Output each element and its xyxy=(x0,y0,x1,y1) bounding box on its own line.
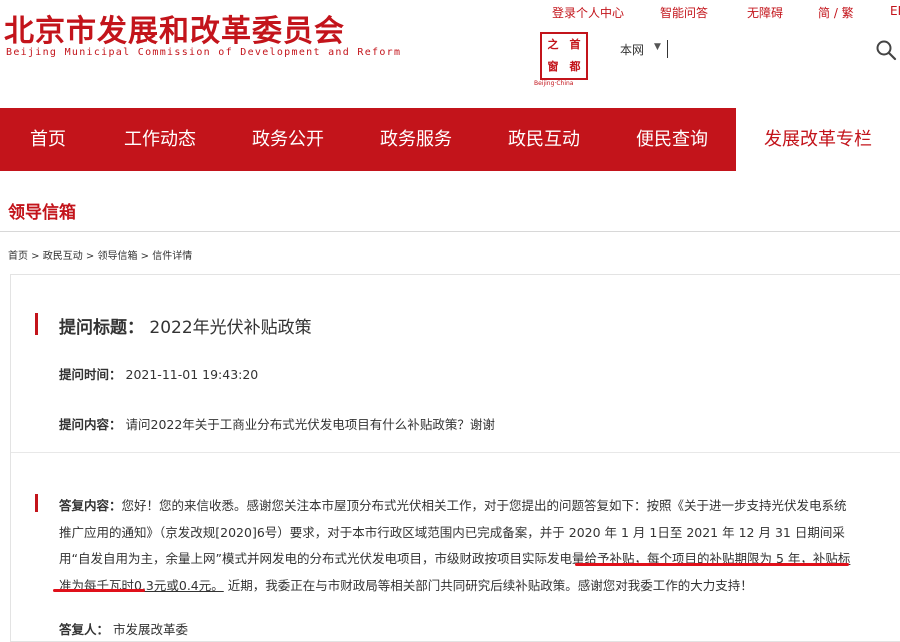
nav-item-gov-disclosure[interactable]: 政务公开 xyxy=(224,108,352,171)
question-title: 提问标题： 2022年光伏补贴政策 xyxy=(59,313,312,338)
breadcrumb[interactable]: 首页 > 政民互动 > 领导信箱 > 信件详情 xyxy=(8,247,192,262)
nav-item-home[interactable]: 首页 xyxy=(0,108,96,171)
nav-item-interaction[interactable]: 政民互动 xyxy=(480,108,608,171)
answer-accent-bar xyxy=(35,494,38,512)
replier-value: 市发展改革委 xyxy=(113,622,189,637)
question-content-value: 请问2022年关于工商业分布式光伏发电项目有什么补贴政策？谢谢 xyxy=(125,417,495,432)
question-content-label: 提问内容： xyxy=(59,417,122,432)
login-link[interactable]: 登录个人中心 xyxy=(552,4,624,21)
section-title: 领导信箱 xyxy=(8,203,76,223)
section-divider xyxy=(0,231,900,232)
nav-item-reform-column[interactable]: 发展改革专栏 xyxy=(736,108,900,171)
question-time-value: 2021-11-01 19:43:20 xyxy=(125,367,259,382)
question-title-value: 2022年光伏补贴政策 xyxy=(149,318,312,338)
question-time: 提问时间： 2021-11-01 19:43:20 xyxy=(59,364,258,383)
annotation-underline-1 xyxy=(575,563,849,566)
site-header: 北京市发展和改革委员会 Beijing Municipal Commission… xyxy=(0,0,900,108)
question-content: 提问内容： 请问2022年关于工商业分布式光伏发电项目有什么补贴政策？谢谢 xyxy=(59,414,495,433)
english-link[interactable]: EN xyxy=(890,4,900,18)
search-box: 本网 ▼ xyxy=(606,34,900,66)
nav-item-public-query[interactable]: 便民查询 xyxy=(608,108,736,171)
nav-item-gov-services[interactable]: 政务服务 xyxy=(352,108,480,171)
site-logo-subtitle: Beijing Municipal Commission of Developm… xyxy=(6,47,402,58)
question-answer-divider xyxy=(11,452,900,453)
question-title-label: 提问标题： xyxy=(59,318,144,338)
question-time-label: 提问时间： xyxy=(59,367,122,382)
simplified-traditional-link[interactable]: 简 / 繁 xyxy=(818,4,854,21)
annotation-underline-2 xyxy=(53,589,145,592)
top-links: 登录个人中心 智能问答 无障碍 简 / 繁 EN xyxy=(552,4,900,22)
answer-label: 答复内容： xyxy=(59,498,122,513)
search-icon[interactable] xyxy=(874,38,898,62)
smart-qa-link[interactable]: 智能问答 xyxy=(660,4,708,21)
title-accent-bar xyxy=(35,313,38,335)
answer-text-part2: 近期，我委正在与市财政局等相关部门共同研究后续补贴政策。感谢您对我委工作的大力支… xyxy=(227,577,753,593)
chevron-down-icon[interactable]: ▼ xyxy=(654,42,661,52)
replier: 答复人： 市发展改革委 xyxy=(59,619,188,638)
replier-label: 答复人： xyxy=(59,622,110,637)
site-logo-title[interactable]: 北京市发展和改革委员会 xyxy=(4,6,345,50)
main-nav: 首页 工作动态 政务公开 政务服务 政民互动 便民查询 发展改革专栏 xyxy=(0,108,900,171)
letter-detail-card: 提问标题： 2022年光伏补贴政策 提问时间： 2021-11-01 19:43… xyxy=(10,274,900,642)
seal-logo[interactable]: 之 首 窗 都 xyxy=(540,32,588,80)
text-cursor xyxy=(667,40,668,58)
answer-content: 答复内容：您好！您的来信收悉。感谢您关注本市屋顶分布式光伏相关工作，对于您提出的… xyxy=(59,493,859,599)
accessibility-link[interactable]: 无障碍 xyxy=(747,4,783,21)
search-input[interactable] xyxy=(672,38,866,62)
nav-item-work-news[interactable]: 工作动态 xyxy=(96,108,224,171)
search-scope-select[interactable]: 本网 xyxy=(620,41,644,58)
seal-caption: Beijing·China xyxy=(534,80,574,87)
